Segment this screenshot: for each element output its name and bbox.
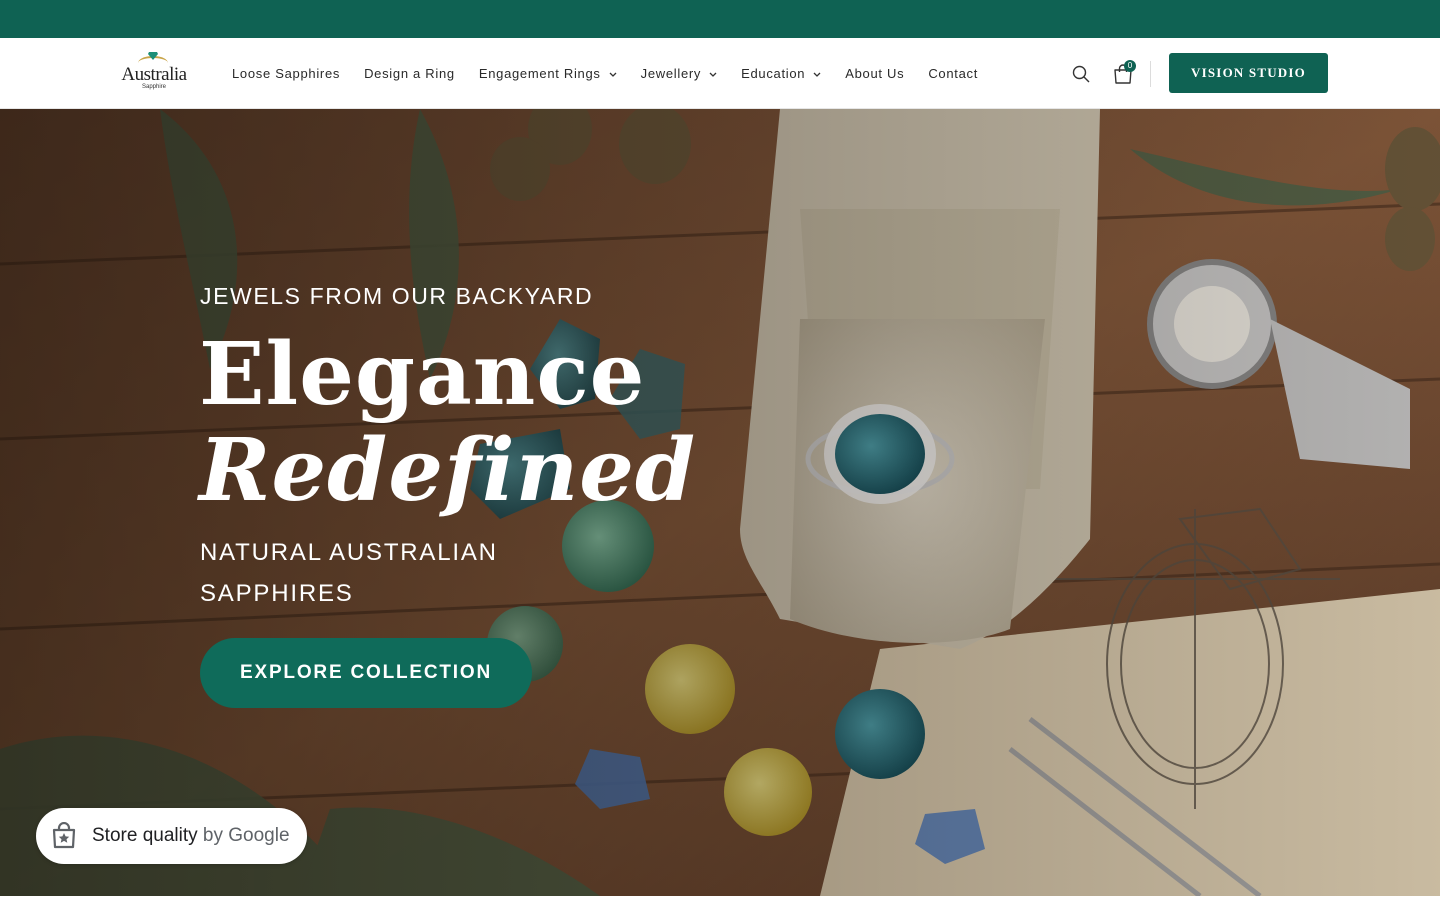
logo-gem-icon	[148, 52, 158, 60]
store-quality-icon	[52, 822, 76, 849]
nav-item-contact[interactable]: Contact	[928, 66, 978, 81]
store-quality-badge[interactable]: Store quality by Google	[36, 808, 307, 864]
header-divider	[1150, 61, 1151, 87]
nav-item-education[interactable]: Education	[741, 66, 821, 81]
nav-item-label: Education	[741, 66, 806, 81]
hero-headline-line-2: Redefined	[199, 420, 697, 521]
search-icon[interactable]	[1072, 65, 1090, 83]
site-logo[interactable]: Australia Sapphire	[112, 50, 192, 96]
nav-item-engagement-rings[interactable]: Engagement Rings	[479, 66, 617, 81]
hero-subheading: NATURAL AUSTRALIAN SAPPHIRES	[200, 539, 498, 607]
vision-studio-button[interactable]: VISION STUDIO	[1169, 53, 1328, 93]
store-quality-text: Store quality	[92, 825, 198, 846]
chevron-down-icon	[609, 72, 617, 77]
nav-item-loose-sapphires[interactable]: Loose Sapphires	[232, 66, 340, 81]
hero-headline-line-1: Elegance	[199, 324, 646, 425]
nav-item-label: Engagement Rings	[478, 66, 601, 81]
chevron-down-icon	[709, 72, 717, 77]
nav-item-about-us[interactable]: About Us	[845, 66, 904, 81]
hero-eyebrow: JEWELS FROM OUR BACKYARD	[200, 283, 594, 309]
nav-item-label: Jewellery	[640, 66, 702, 81]
nav-item-label: Design a Ring	[364, 66, 455, 81]
nav-item-label: Contact	[928, 66, 979, 81]
logo-wordmark: Australia	[121, 64, 187, 85]
nav-item-label: Loose Sapphires	[232, 66, 341, 81]
nav-item-jewellery[interactable]: Jewellery	[641, 66, 717, 81]
logo-subtext: Sapphire	[141, 84, 167, 90]
nav-item-label: About Us	[845, 66, 905, 81]
announcement-bar	[0, 0, 1440, 38]
main-nav: Loose Sapphires Design a Ring Engagement…	[232, 38, 1002, 109]
hero-banner: JEWELS FROM OUR BACKYARD Elegance Redefi…	[0, 109, 1440, 896]
by-google-text: by Google	[202, 825, 290, 846]
store-quality-label: Store quality by Google	[92, 825, 290, 847]
chevron-down-icon	[813, 72, 821, 77]
site-header: Australia Sapphire Loose Sapphires Desig…	[0, 38, 1440, 109]
nav-item-design-a-ring[interactable]: Design a Ring	[364, 66, 455, 81]
explore-collection-button[interactable]: EXPLORE COLLECTION	[200, 638, 532, 708]
cart-count-badge: 0	[1124, 60, 1136, 72]
